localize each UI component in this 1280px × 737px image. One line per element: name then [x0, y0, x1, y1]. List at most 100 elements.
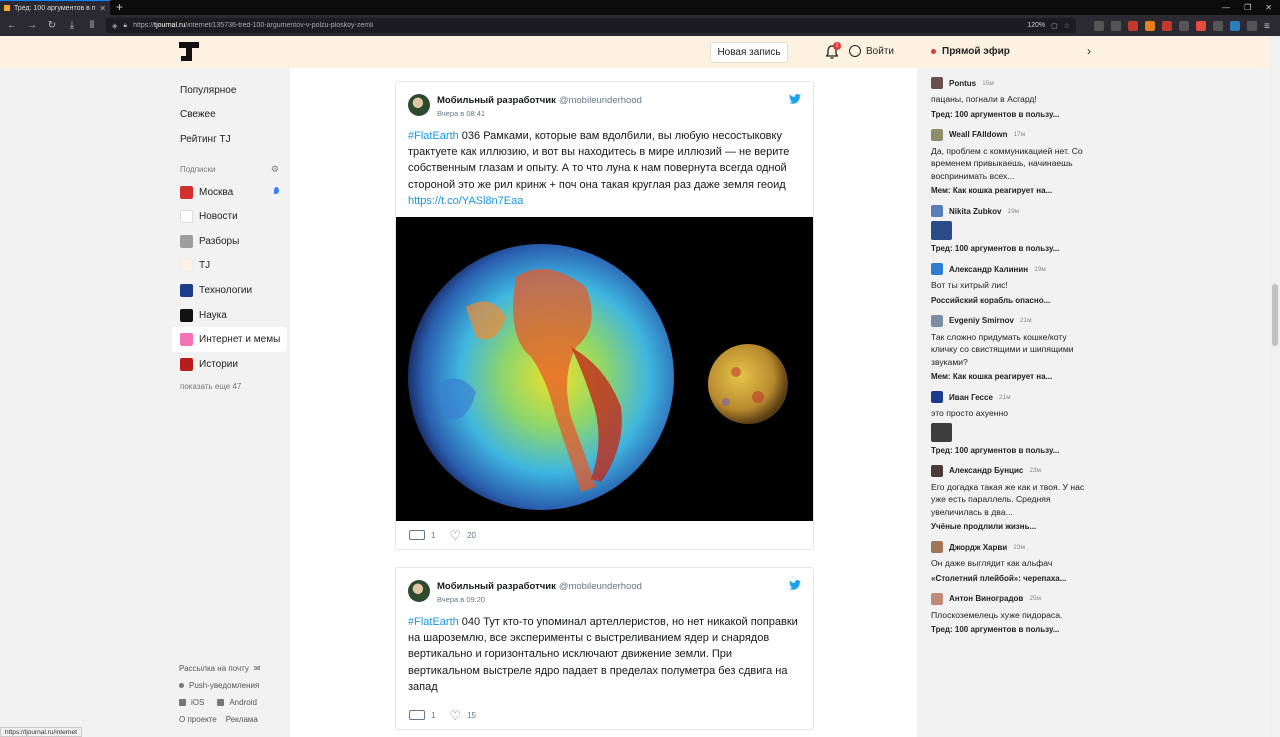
forward-icon[interactable]: → — [26, 20, 38, 31]
avatar[interactable] — [931, 391, 943, 403]
about-link[interactable]: О проекте — [179, 715, 217, 724]
nav-popular[interactable]: Популярное — [172, 78, 287, 103]
extension-icon[interactable] — [1128, 20, 1138, 31]
comment-author[interactable]: Александр Калинин — [949, 265, 1028, 274]
tweet-time[interactable]: Вчера в 08:41 — [437, 109, 485, 118]
feed-comment[interactable]: Nikita Zubkov 19м Тред: 100 аргументов в п… — [931, 204, 1091, 253]
comment-topic-link[interactable]: Тред: 100 аргументов в пользу... — [931, 625, 1091, 634]
comment-author[interactable]: Pontus — [949, 79, 976, 88]
extension-icon[interactable] — [1094, 20, 1104, 31]
scroll-thumb[interactable] — [1272, 284, 1278, 346]
tj-logo-icon[interactable] — [179, 42, 199, 62]
extension-icon[interactable] — [1145, 20, 1155, 31]
comment-author[interactable]: Weall FAlldown — [949, 130, 1008, 139]
bookmark-star-icon[interactable]: ☆ — [1064, 22, 1070, 30]
sidebar-item-science[interactable]: Наука — [172, 303, 287, 328]
nav-rating[interactable]: Рейтинг TJ — [172, 127, 287, 152]
sidebar-item-tech[interactable]: Технологии — [172, 278, 287, 303]
extension-icon[interactable] — [1213, 20, 1223, 31]
browser-tab[interactable]: Тред: 100 аргументов в пол... ✕ — [0, 0, 110, 15]
extension-icon[interactable] — [1196, 20, 1206, 31]
like-button[interactable]: ♡ 20 — [449, 529, 476, 542]
extension-icon[interactable] — [1111, 20, 1121, 31]
tweet-time[interactable]: Вчера в 09:20 — [437, 595, 485, 604]
ads-link[interactable]: Реклама — [226, 715, 258, 724]
avatar[interactable] — [408, 94, 430, 116]
feed-comment[interactable]: Александр Бунцис 23м Его догадка такая же … — [931, 464, 1091, 531]
window-close-icon[interactable]: ✕ — [1265, 3, 1272, 12]
zoom-level[interactable]: 120% — [1027, 22, 1045, 29]
gear-icon[interactable]: ⚙ — [271, 164, 279, 175]
feed-comment[interactable]: Антон Виноградов 25м Плоскоземелець хуже п… — [931, 592, 1091, 634]
comment-topic-link[interactable]: Российский корабль опасно... — [931, 296, 1091, 305]
url-bar[interactable]: ◈ 🔒︎ https://tjournal.ru/internet/135736… — [106, 18, 1076, 33]
like-button[interactable]: ♡ 15 — [449, 709, 476, 722]
extension-icon[interactable] — [1230, 20, 1240, 31]
feed-comment[interactable]: Иван Гессе 21м это просто ахуенно Тред: 100… — [931, 390, 1091, 455]
comment-author[interactable]: Иван Гессе — [949, 393, 993, 402]
sidebar-item-moscow[interactable]: Москва — [172, 180, 287, 205]
avatar[interactable] — [931, 77, 943, 89]
avatar[interactable] — [931, 263, 943, 275]
retweet-button[interactable]: 1 — [409, 710, 435, 721]
new-post-button[interactable]: Новая запись — [710, 42, 788, 63]
tweet-author[interactable]: Мобильный разработчик @mobileunderhood — [437, 95, 642, 106]
comment-topic-link[interactable]: «Столетний плейбой»: черепаха... — [931, 574, 1091, 583]
avatar[interactable] — [408, 580, 430, 602]
extension-icon[interactable] — [1247, 20, 1257, 31]
push-link[interactable]: Push-уведомления — [179, 677, 289, 694]
comment-topic-link[interactable]: Тред: 100 аргументов в пользу... — [931, 244, 1091, 253]
back-icon[interactable]: ← — [6, 20, 18, 31]
nav-fresh[interactable]: Свежее — [172, 103, 287, 128]
new-tab-icon[interactable]: + — [116, 0, 123, 15]
feed-comment[interactable]: Pontus 15м пацаны, погнали в Асгард! Тред: … — [931, 76, 1091, 119]
sidebar-item-news[interactable]: Новости — [172, 204, 287, 229]
chevron-right-icon[interactable]: › — [1087, 44, 1091, 58]
newsletter-link[interactable]: Рассылка на почту ✉ — [179, 660, 289, 677]
comment-topic-link[interactable]: Тред: 100 аргументов в пользу... — [931, 446, 1091, 455]
feed-comment[interactable]: Weall FAlldown 17м Да, проблем с коммуника… — [931, 128, 1091, 195]
menu-icon[interactable]: ≡ — [1264, 21, 1274, 32]
reload-icon[interactable]: ↻ — [46, 20, 58, 31]
comment-image[interactable] — [931, 422, 952, 442]
comment-author[interactable]: Александр Бунцис — [949, 466, 1023, 475]
android-link[interactable]: Android — [229, 698, 257, 707]
download-icon[interactable]: ⤓ — [66, 20, 78, 31]
sidebar-item-stories[interactable]: Истории — [172, 352, 287, 377]
twitter-bird-icon[interactable] — [789, 580, 801, 590]
feed-comment[interactable]: Александр Калинин 19м Вот ты хитрый лис! Ро… — [931, 262, 1091, 305]
comment-topic-link[interactable]: Тред: 100 аргументов в пользу... — [931, 110, 1091, 119]
avatar[interactable] — [931, 205, 943, 217]
comment-topic-link[interactable]: Учёные продлили жизнь... — [931, 522, 1091, 531]
sidebar-item-tj[interactable]: TJ — [172, 254, 287, 279]
twitter-bird-icon[interactable] — [789, 94, 801, 104]
feed-comment[interactable]: Джордж Харви 23м Он даже выглядит как альф… — [931, 540, 1091, 583]
page-scrollbar[interactable] — [1270, 36, 1280, 737]
shield-icon[interactable]: ◈ — [112, 22, 117, 30]
sidebar-item-analysis[interactable]: Разборы — [172, 229, 287, 254]
comment-author[interactable]: Антон Виноградов — [949, 594, 1023, 603]
avatar[interactable] — [931, 464, 943, 477]
login-button[interactable]: Войти — [849, 45, 894, 57]
avatar[interactable] — [931, 128, 943, 141]
maximize-icon[interactable]: ❐ — [1244, 3, 1251, 12]
pocket-icon[interactable]: ▢ — [1051, 22, 1058, 30]
comment-author[interactable]: Evgeniy Smirnov — [949, 316, 1014, 325]
sidebar-item-internet[interactable]: Интернет и мемы — [172, 327, 287, 352]
library-icon[interactable]: ⫴ — [86, 20, 98, 31]
comment-topic-link[interactable]: Мем: Как кошка реагирует на... — [931, 372, 1091, 381]
hashtag-link[interactable]: #FlatEarth — [408, 130, 459, 142]
minimize-icon[interactable]: — — [1222, 3, 1230, 12]
comment-image[interactable] — [931, 221, 952, 240]
comment-author[interactable]: Nikita Zubkov — [949, 207, 1001, 216]
extension-icon[interactable] — [1179, 20, 1189, 31]
hashtag-link[interactable]: #FlatEarth — [408, 616, 459, 628]
show-more-link[interactable]: показать еще 47 — [172, 382, 287, 391]
tweet-author[interactable]: Мобильный разработчик @mobileunderhood — [437, 581, 642, 592]
tweet-image[interactable] — [396, 217, 813, 522]
avatar[interactable] — [931, 314, 943, 327]
tab-close-icon[interactable]: ✕ — [99, 4, 106, 13]
tweet-link[interactable]: https://t.co/YASl8n7Eaa — [408, 195, 523, 207]
extension-icon[interactable] — [1162, 20, 1172, 31]
avatar[interactable] — [931, 541, 943, 553]
